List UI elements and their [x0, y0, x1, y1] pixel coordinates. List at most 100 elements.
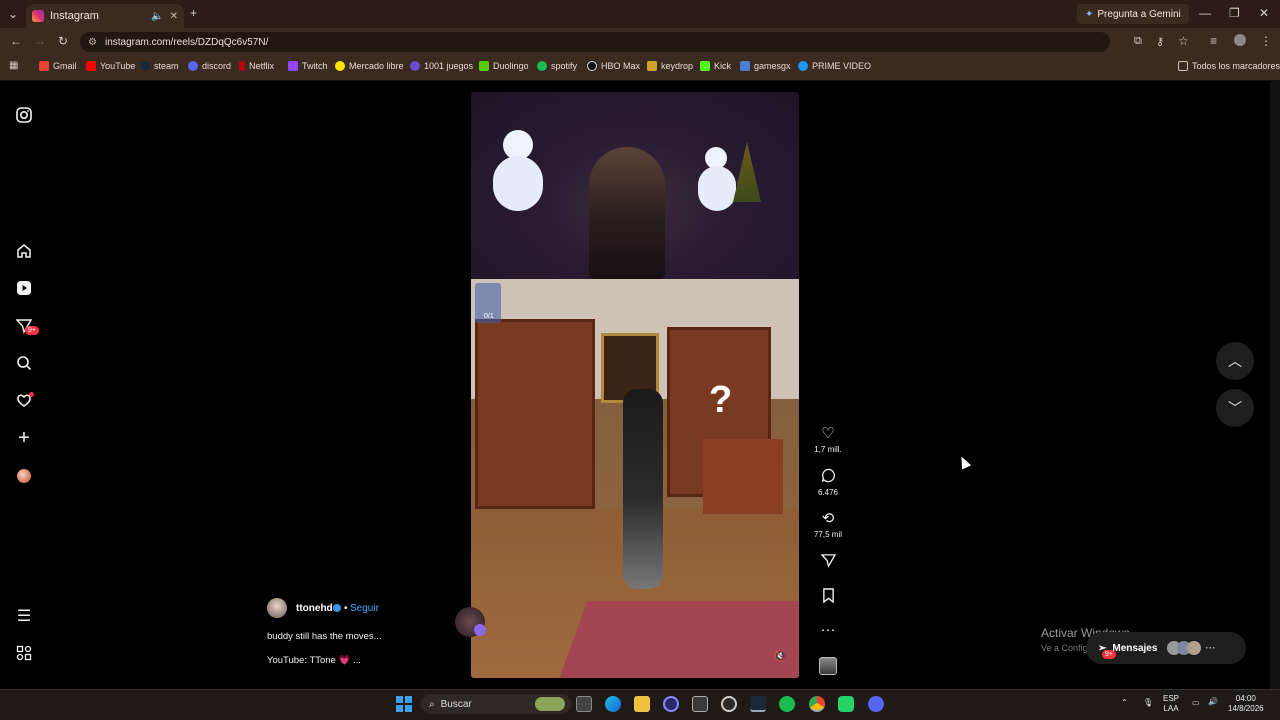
minimize-icon[interactable]: —: [1199, 6, 1211, 20]
discord-taskbar-icon[interactable]: [868, 696, 884, 712]
profile-icon[interactable]: [14, 466, 34, 486]
plus-icon[interactable]: +: [14, 427, 34, 449]
save-action[interactable]: [813, 588, 843, 606]
likes-count: 1,7 mill.: [814, 445, 842, 454]
tab-instagram[interactable]: Instagram 🔈 ✕: [26, 4, 184, 28]
microphone-icon[interactable]: 🎙: [1143, 698, 1153, 708]
all-bookmarks[interactable]: Todos los marcadores: [1178, 61, 1280, 71]
steam-taskbar-icon[interactable]: [750, 696, 766, 712]
bookmark-youtube[interactable]: YouTube: [86, 61, 135, 71]
bookmark-gamesgx[interactable]: gamesgx: [740, 61, 791, 71]
bookmark-mercado-libre[interactable]: Mercado libre: [335, 61, 404, 71]
language-indicator[interactable]: ESP LAA: [1163, 694, 1179, 714]
bookmark-spotify[interactable]: spotify: [537, 61, 577, 71]
reel-video[interactable]: ? 0/1 🔇: [471, 92, 799, 678]
bookmark-duolingo[interactable]: Duolingo: [479, 61, 529, 71]
site-info-icon[interactable]: ⚙: [88, 37, 97, 48]
reload-icon[interactable]: ↻: [58, 34, 68, 48]
edge-icon[interactable]: [605, 696, 621, 712]
caption-line-2[interactable]: YouTube: TTone 💗 ...: [267, 655, 361, 666]
all-bookmarks-label: Todos los marcadores: [1192, 61, 1280, 71]
page-scrollbar[interactable]: [1270, 81, 1280, 689]
audio-thumbnail[interactable]: [819, 657, 837, 675]
messages-avatars: [1167, 641, 1202, 655]
desk-image: [703, 439, 783, 514]
bookmark-star-icon[interactable]: ☆: [1178, 34, 1189, 48]
bookmark-kick[interactable]: Kick: [700, 61, 731, 71]
folder-icon: [1178, 61, 1188, 71]
messages-button[interactable]: ➢ Mensajes ···: [1086, 632, 1246, 664]
bookmark-discord[interactable]: discord: [188, 61, 231, 71]
spotify-taskbar-icon[interactable]: [779, 696, 795, 712]
reading-list-icon[interactable]: ≡: [1210, 34, 1217, 48]
back-icon[interactable]: ←: [10, 34, 22, 48]
repost-action[interactable]: ⟲ 77,5 mil: [813, 510, 843, 539]
apps-grid-icon[interactable]: ▦: [9, 60, 18, 71]
notification-dot: [29, 392, 34, 397]
bookmark-hbo-max[interactable]: HBO Max: [587, 61, 640, 71]
whatsapp-taskbar-icon[interactable]: [838, 696, 854, 712]
more-icon[interactable]: [14, 643, 34, 663]
next-reel-button[interactable]: ﹀: [1216, 389, 1254, 427]
follow-button[interactable]: Seguir: [350, 603, 379, 614]
volume-icon[interactable]: 🔊: [1208, 697, 1218, 707]
twitch-icon: [288, 61, 298, 71]
creator-username[interactable]: ttonehd: [296, 603, 333, 614]
store-icon[interactable]: [692, 696, 708, 712]
search-icon[interactable]: [14, 353, 34, 373]
maximize-icon[interactable]: ❐: [1229, 6, 1240, 20]
prime-video-icon: [798, 61, 808, 71]
clock[interactable]: 04:00 14/8/2026: [1228, 694, 1264, 714]
close-window-icon[interactable]: ✕: [1259, 6, 1269, 20]
gmail-icon: [39, 61, 49, 71]
bookmark-steam[interactable]: steam: [140, 61, 179, 71]
gemini-button[interactable]: ✦ Pregunta a Gemini: [1077, 4, 1189, 24]
previous-reel-button[interactable]: ︿: [1216, 342, 1254, 380]
instagram-logo-icon[interactable]: [14, 105, 34, 125]
bookmark-1001-juegos[interactable]: 1001 juegos: [410, 61, 473, 71]
creator-avatar[interactable]: [267, 598, 287, 618]
share-icon[interactable]: [813, 553, 843, 571]
task-view-icon[interactable]: [576, 696, 592, 712]
bookmark-icon[interactable]: [813, 588, 843, 606]
chrome-taskbar-icon[interactable]: [809, 696, 825, 712]
mute-video-icon[interactable]: 🔇: [774, 651, 786, 662]
comment-icon[interactable]: [813, 468, 843, 486]
tab-search-icon[interactable]: ⌄: [8, 7, 18, 21]
new-tab-icon[interactable]: +: [190, 6, 197, 20]
close-tab-icon[interactable]: ✕: [170, 11, 178, 22]
more-options-icon[interactable]: ···: [813, 621, 843, 639]
bookmark-keydrop[interactable]: keydrop: [647, 61, 693, 71]
bookmark-label: spotify: [551, 61, 578, 71]
cast-icon[interactable]: ⧉: [1134, 35, 1142, 48]
windows-start-icon[interactable]: [396, 696, 412, 712]
bookmark-twitch[interactable]: Twitch: [288, 61, 328, 71]
browser-menu-icon[interactable]: ⋮: [1260, 34, 1272, 48]
menu-icon[interactable]: ☰: [14, 606, 34, 626]
profile-avatar[interactable]: [1234, 34, 1246, 46]
bookmark-prime-video[interactable]: PRIME VIDEO: [798, 61, 871, 71]
forward-icon[interactable]: →: [34, 34, 46, 48]
steam-icon: [140, 61, 150, 71]
share-action[interactable]: [813, 553, 843, 571]
repost-icon[interactable]: ⟲: [813, 510, 843, 528]
app-circle-icon[interactable]: [663, 696, 679, 712]
mute-tab-icon[interactable]: 🔈: [151, 11, 163, 22]
address-bar[interactable]: ⚙ instagram.com/reels/DZDqQc6v57N/: [80, 32, 1110, 52]
tray-overflow-icon[interactable]: ⌃: [1121, 698, 1128, 708]
game-icon[interactable]: [721, 696, 737, 712]
like-action[interactable]: ♡ 1,7 mill.: [813, 425, 843, 454]
taskbar-search[interactable]: ⌕ Buscar: [421, 694, 571, 714]
bookmark-gmail[interactable]: Gmail: [39, 61, 77, 71]
file-explorer-icon[interactable]: [634, 696, 650, 712]
bookmark-label: Twitch: [302, 61, 328, 71]
duolingo-icon: [479, 61, 489, 71]
reels-icon[interactable]: [14, 278, 34, 298]
network-icon[interactable]: ▭: [1192, 698, 1200, 708]
comment-action[interactable]: 6.476: [813, 468, 843, 497]
password-key-icon[interactable]: ⚷: [1156, 35, 1164, 48]
bookmark-netflix[interactable]: Netflix: [239, 61, 274, 71]
like-heart-icon[interactable]: ♡: [813, 425, 843, 443]
home-icon[interactable]: [14, 241, 34, 261]
tab-strip: ⌄ Instagram 🔈 ✕ + ✦ Pregunta a Gemini — ❐…: [0, 0, 1280, 28]
